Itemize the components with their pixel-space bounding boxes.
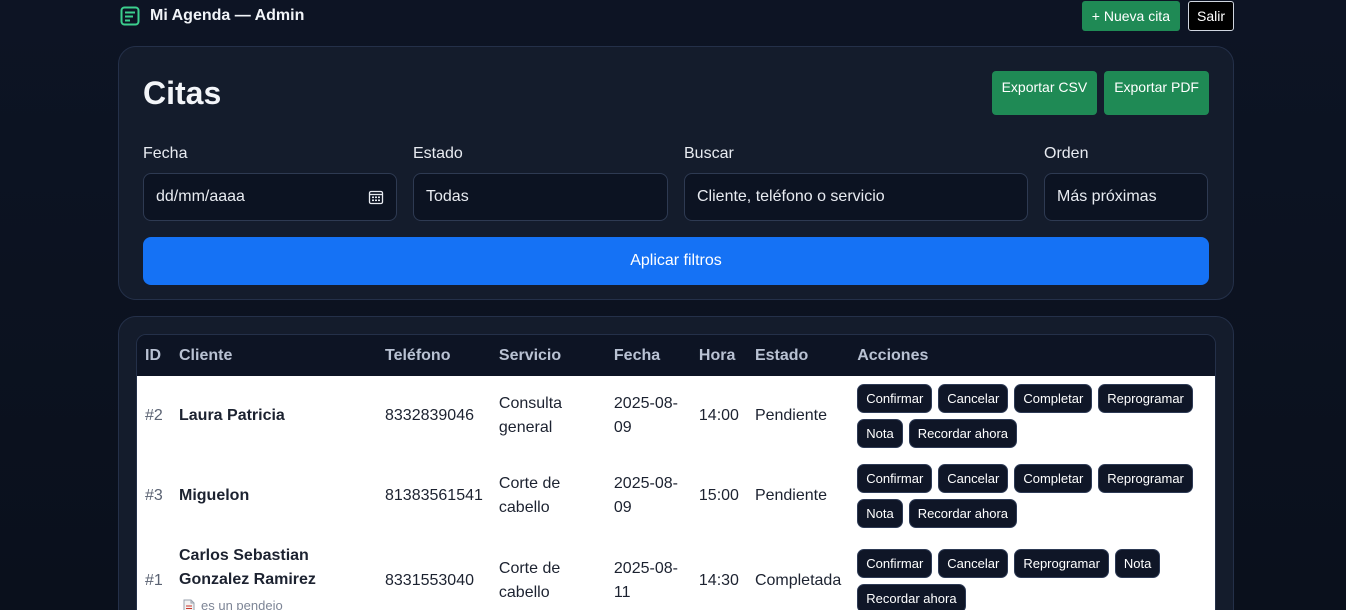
cell-cliente: Carlos Sebastian Gonzalez Ramirez es un … (171, 536, 377, 610)
table-row: #1 Carlos Sebastian Gonzalez Ramirez es … (137, 536, 1215, 610)
cell-fecha: 2025-08-11 (613, 560, 678, 601)
status-value: Todas (426, 188, 469, 205)
cell-telefono: 8331553040 (385, 572, 474, 589)
header-servicio: Servicio (490, 335, 606, 376)
complete-button[interactable]: Completar (1014, 384, 1093, 413)
page-title: Citas (143, 75, 222, 111)
cell-hora: 14:00 (698, 407, 739, 424)
note-icon (183, 599, 195, 610)
logout-button[interactable]: Salir (1187, 1, 1234, 31)
row-actions: Confirmar Cancelar Reprogramar Nota Reco… (857, 549, 1207, 610)
cancel-button[interactable]: Cancelar (938, 384, 1009, 413)
appointments-table-wrapper: ID Cliente Teléfono Servicio Fecha Hora … (136, 334, 1216, 610)
status-label: Estado (413, 145, 463, 162)
cell-id: #3 (145, 487, 163, 504)
remind-now-button[interactable]: Recordar ahora (908, 419, 1018, 448)
cell-fecha: 2025-08-09 (613, 475, 678, 516)
cell-telefono: 81383561541 (385, 487, 483, 504)
header-cliente: Cliente (171, 335, 377, 376)
cell-servicio: Corte de cabello (498, 560, 561, 601)
export-pdf-button[interactable]: Exportar PDF (1104, 71, 1209, 115)
date-input[interactable]: dd/mm/aaaa (143, 173, 397, 221)
note-button[interactable]: Nota (1114, 549, 1161, 578)
row-actions: Confirmar Cancelar Completar Reprogramar… (857, 464, 1207, 528)
table-row: #2 Laura Patricia 8332839046 Consulta ge… (137, 376, 1215, 456)
reschedule-button[interactable]: Reprogramar (1014, 549, 1109, 578)
cell-cliente: Miguelon (179, 487, 250, 504)
note-button[interactable]: Nota (857, 499, 903, 528)
confirm-button[interactable]: Confirmar (857, 384, 933, 413)
header-hora: Hora (690, 335, 747, 376)
cancel-button[interactable]: Cancelar (938, 464, 1009, 493)
search-label: Buscar (684, 145, 734, 162)
calendar-list-icon (120, 6, 140, 26)
cell-estado: Completada (754, 572, 842, 589)
cell-hora: 14:30 (698, 572, 739, 589)
search-placeholder: Cliente, teléfono o servicio (697, 188, 885, 205)
note-button[interactable]: Nota (857, 419, 903, 448)
confirm-button[interactable]: Confirmar (857, 464, 933, 493)
brand: Mi Agenda — Admin (118, 6, 304, 26)
header-acciones: Acciones (849, 335, 1215, 376)
cell-id: #2 (145, 407, 163, 424)
header-id: ID (137, 335, 171, 376)
table-row: #3 Miguelon 81383561541 Corte de cabello… (137, 456, 1215, 536)
cell-acciones: Confirmar Cancelar Reprogramar Nota Reco… (849, 536, 1215, 610)
cell-fecha: 2025-08-09 (613, 395, 678, 436)
table-header-row: ID Cliente Teléfono Servicio Fecha Hora … (137, 335, 1215, 376)
date-filter: Fecha dd/mm/aaaa (143, 145, 397, 221)
filters-header: Citas Exportar CSV Exportar PDF (143, 71, 1209, 131)
reschedule-button[interactable]: Reprogramar (1098, 464, 1193, 493)
cell-estado: Pendiente (754, 487, 827, 504)
cell-cliente: Laura Patricia (179, 407, 285, 424)
cell-servicio: Consulta general (498, 395, 563, 436)
cell-id: #1 (145, 572, 163, 589)
cell-servicio: Corte de cabello (498, 475, 561, 516)
cancel-button[interactable]: Cancelar (938, 549, 1009, 578)
order-filter: Orden Más próximas (1044, 145, 1208, 221)
row-actions: Confirmar Cancelar Completar Reprogramar… (857, 384, 1207, 448)
client-note: es un pendejo (183, 594, 369, 610)
page-container: Mi Agenda — Admin + Nueva cita Salir Cit… (118, 0, 1234, 610)
status-select[interactable]: Todas (413, 173, 668, 221)
appointments-card: ID Cliente Teléfono Servicio Fecha Hora … (118, 316, 1234, 610)
filters-card: Citas Exportar CSV Exportar PDF Fecha dd… (118, 46, 1234, 300)
filter-row: Fecha dd/mm/aaaa Estado Todas Buscar Cli… (143, 145, 1209, 221)
note-text: es un pendejo (201, 598, 283, 610)
app-title: Mi Agenda — Admin (150, 7, 305, 24)
date-label: Fecha (143, 145, 188, 162)
reschedule-button[interactable]: Reprogramar (1098, 384, 1193, 413)
appointments-table: ID Cliente Teléfono Servicio Fecha Hora … (137, 335, 1215, 610)
remind-now-button[interactable]: Recordar ahora (857, 584, 966, 610)
cell-acciones: Confirmar Cancelar Completar Reprogramar… (849, 376, 1215, 456)
header-fecha: Fecha (605, 335, 691, 376)
client-name: Carlos Sebastian Gonzalez Ramirez (179, 547, 316, 588)
export-csv-button[interactable]: Exportar CSV (991, 71, 1098, 115)
top-actions: + Nueva cita Salir (1081, 1, 1234, 31)
confirm-button[interactable]: Confirmar (857, 549, 933, 578)
cell-hora: 15:00 (698, 487, 739, 504)
search-input[interactable]: Cliente, teléfono o servicio (684, 173, 1028, 221)
cell-estado: Pendiente (754, 407, 827, 424)
complete-button[interactable]: Completar (1014, 464, 1093, 493)
header-telefono: Teléfono (377, 335, 491, 376)
new-appointment-button[interactable]: + Nueva cita (1081, 1, 1180, 31)
order-value: Más próximas (1057, 188, 1157, 205)
remind-now-button[interactable]: Recordar ahora (908, 499, 1018, 528)
export-actions: Exportar CSV Exportar PDF (991, 71, 1209, 115)
order-select[interactable]: Más próximas (1044, 173, 1208, 221)
apply-filters-button[interactable]: Aplicar filtros (143, 237, 1209, 285)
calendar-icon[interactable] (368, 189, 384, 205)
cell-acciones: Confirmar Cancelar Completar Reprogramar… (849, 456, 1215, 536)
date-value: dd/mm/aaaa (156, 188, 245, 205)
header-estado: Estado (746, 335, 850, 376)
order-label: Orden (1044, 145, 1089, 162)
topbar: Mi Agenda — Admin + Nueva cita Salir (118, 0, 1234, 32)
status-filter: Estado Todas (413, 145, 668, 221)
search-filter: Buscar Cliente, teléfono o servicio (684, 145, 1028, 221)
cell-telefono: 8332839046 (385, 407, 474, 424)
